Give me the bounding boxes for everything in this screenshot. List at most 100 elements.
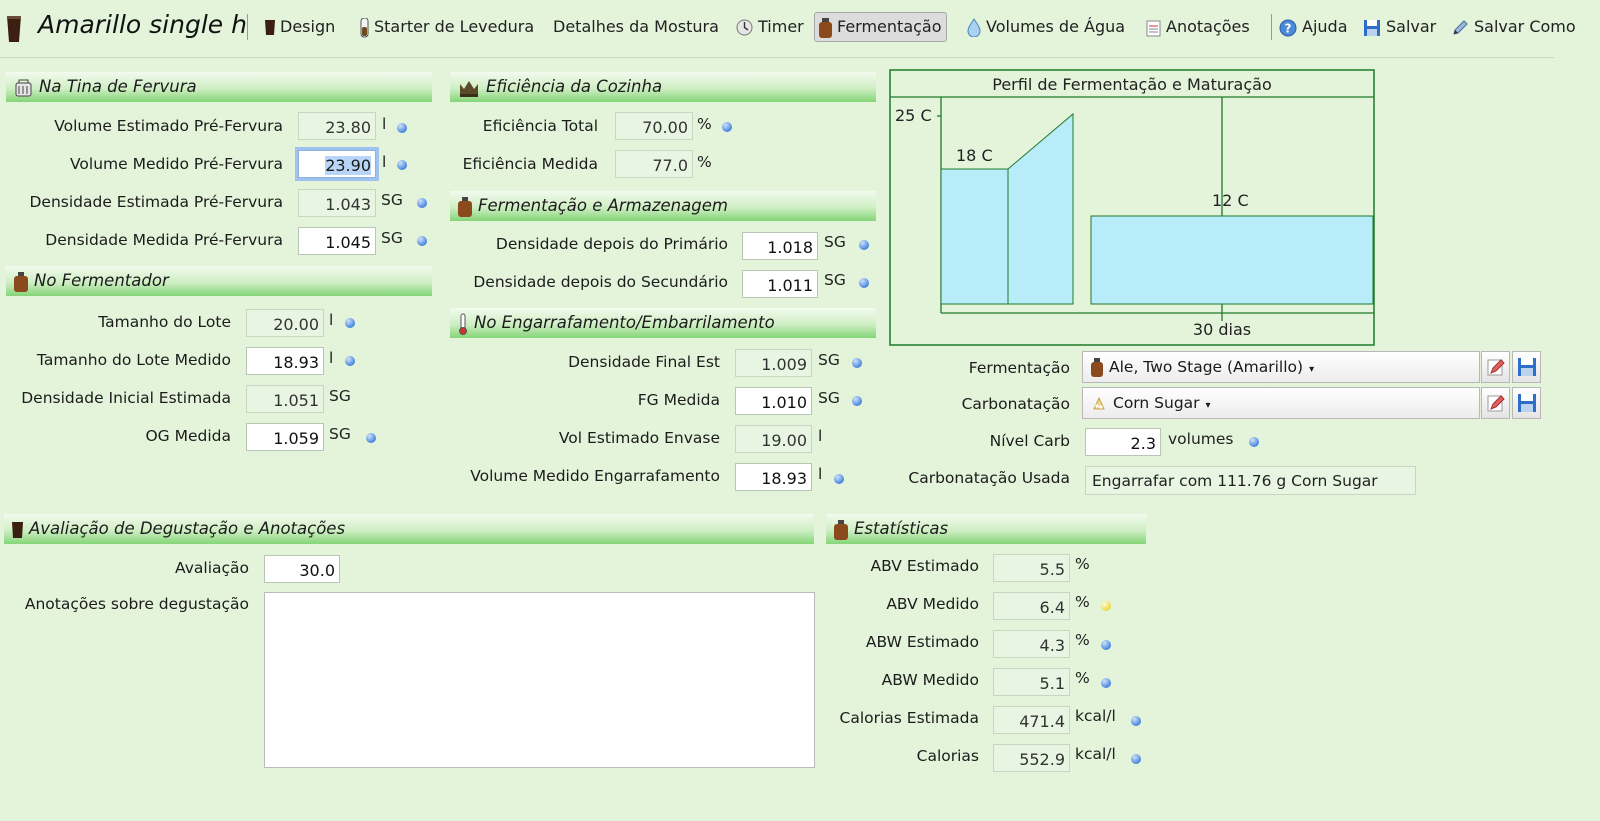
edit-fermentation-button[interactable] — [1481, 351, 1510, 383]
fermentation-profile-chart: Perfil de Fermentação e Maturação 25 C 1… — [889, 69, 1375, 346]
toolbar-divider — [0, 57, 1554, 58]
est-final-gravity-field: 1.009 — [735, 349, 812, 377]
gravity-after-secondary-input[interactable]: 1.011 — [742, 270, 818, 298]
measured-pre-boil-volume-input[interactable]: 23.90 — [298, 150, 376, 178]
unit-label: % — [697, 115, 712, 133]
measured-pre-boil-gravity-input[interactable]: 1.045 — [298, 227, 376, 255]
abw-estimated-field: 4.3 — [993, 630, 1070, 658]
label-measured-og: OG Medida — [145, 427, 231, 445]
label-abv-estimated: ABV Estimado — [870, 557, 979, 575]
help-icon: ? — [1279, 19, 1297, 36]
label-est-pre-boil-gravity: Densidade Estimada Pré-Fervura — [29, 193, 283, 211]
crown-icon — [460, 80, 478, 97]
chevron-down-icon: ▾ — [1205, 400, 1211, 411]
fermenter-bottle-icon — [14, 271, 28, 292]
save-fermentation-button[interactable] — [1512, 351, 1541, 383]
gravity-after-primary-input[interactable]: 1.018 — [742, 232, 818, 260]
clock-icon — [736, 19, 753, 36]
unit-label: SG — [329, 425, 351, 443]
tab-yeast-starter[interactable]: Starter de Levedura — [360, 15, 534, 39]
label-measured-pre-boil-gravity: Densidade Medida Pré-Fervura — [45, 231, 283, 249]
label-measured-bottling-volume: Volume Medido Engarrafamento — [470, 467, 720, 485]
tab-timer[interactable]: Timer — [736, 15, 804, 39]
unit-label: l — [818, 427, 823, 445]
status-indicator-icon — [859, 240, 869, 250]
unit-label: kcal/l — [1075, 745, 1116, 763]
edit-carbonation-button[interactable] — [1481, 387, 1510, 419]
help-button[interactable]: ? Ajuda — [1279, 15, 1348, 39]
label-measured-efficiency: Eficiência Medida — [462, 155, 598, 173]
tab-timer-label: Timer — [758, 17, 804, 36]
label-measured-pre-boil-volume: Volume Medido Pré-Fervura — [70, 155, 283, 173]
save-as-button-label: Salvar Como — [1474, 17, 1576, 36]
fermentation-profile-dropdown[interactable]: Ale, Two Stage (Amarillo) ▾ — [1082, 351, 1480, 383]
status-indicator-icon — [834, 474, 844, 484]
save-button[interactable]: Salvar — [1363, 15, 1436, 39]
temp-label-18: 18 C — [956, 146, 993, 165]
est-original-gravity-field: 1.051 — [246, 385, 324, 413]
est-pre-boil-volume-field: 23.80 — [298, 112, 376, 140]
rating-input[interactable]: 30.0 — [264, 555, 340, 583]
svg-text:?: ? — [1285, 21, 1292, 35]
tab-notes[interactable]: Anotações — [1146, 15, 1250, 39]
tab-design[interactable]: Design — [265, 15, 335, 39]
abv-estimated-field: 5.5 — [993, 554, 1070, 582]
label-measured-batch-size: Tamanho do Lote Medido — [36, 351, 231, 369]
edit-icon — [1487, 359, 1505, 376]
tab-mash-details[interactable]: Detalhes da Mostura — [553, 15, 719, 39]
unit-label: kcal/l — [1075, 707, 1116, 725]
tab-water-volumes[interactable]: Volumes de Água — [967, 15, 1125, 39]
carbonation-value: Corn Sugar — [1113, 394, 1200, 412]
carbonation-dropdown[interactable]: Corn Sugar ▾ — [1082, 387, 1480, 419]
kettle-icon — [15, 79, 32, 97]
tasting-notes-textarea[interactable] — [264, 592, 815, 768]
unit-label: SG — [381, 191, 403, 209]
tab-design-label: Design — [280, 17, 336, 36]
test-tube-icon — [360, 17, 369, 37]
section-header-bottling: No Engarrafamento/Embarrilamento — [450, 308, 876, 338]
label-abw-estimated: ABW Estimado — [865, 633, 979, 651]
label-est-original-gravity: Densidade Inicial Estimada — [21, 389, 231, 407]
est-bottling-volume-field: 19.00 — [735, 425, 812, 453]
section-title: Na Tina de Fervura — [39, 77, 197, 96]
unit-label: % — [1075, 669, 1090, 687]
tab-fermentation[interactable]: Fermentação — [814, 12, 947, 42]
section-title: Avaliação de Degustação e Anotações — [29, 519, 346, 538]
status-indicator-icon — [1249, 437, 1259, 447]
status-indicator-icon — [722, 122, 732, 132]
toolbar-separator — [1271, 14, 1272, 40]
tab-yeast-starter-label: Starter de Levedura — [374, 17, 535, 36]
section-title: Eficiência da Cozinha — [486, 77, 663, 96]
status-indicator-icon — [1131, 754, 1141, 764]
measured-og-input[interactable]: 1.059 — [246, 423, 324, 451]
fermentation-profile-value: Ale, Two Stage (Amarillo) — [1109, 358, 1304, 376]
label-batch-size: Tamanho do Lote — [98, 313, 231, 331]
toolbar-separator — [247, 14, 248, 40]
save-as-button[interactable]: Salvar Como — [1451, 15, 1576, 39]
est-pre-boil-gravity-field: 1.043 — [298, 189, 376, 217]
status-indicator-icon — [1131, 716, 1141, 726]
edit-icon — [1487, 395, 1505, 412]
unit-label: % — [1075, 555, 1090, 573]
label-rating: Avaliação — [175, 559, 249, 577]
section-header-fermenter: No Fermentador — [6, 266, 432, 296]
fermenter-bottle-icon — [458, 196, 472, 217]
unit-label: SG — [381, 229, 403, 247]
measured-batch-size-input[interactable]: 18.93 — [246, 347, 324, 375]
status-indicator-icon — [397, 160, 407, 170]
label-tasting-notes: Anotações sobre degustação — [24, 595, 249, 613]
thermometer-icon — [459, 313, 467, 335]
label-abv-measured: ABV Medido — [886, 595, 979, 613]
beer-glass-icon — [12, 521, 23, 538]
carbonation-level-input[interactable]: 2.3 — [1085, 428, 1161, 456]
section-header-boil: Na Tina de Fervura — [6, 72, 432, 102]
measured-bottling-volume-input[interactable]: 18.93 — [735, 463, 812, 491]
section-header-fermentation-storage: Fermentação e Armazenagem — [450, 191, 876, 221]
floppy-disk-icon — [1517, 394, 1536, 412]
measured-fg-input[interactable]: 1.010 — [735, 387, 812, 415]
measured-efficiency-field: 77.0 — [615, 150, 693, 178]
unit-label: l — [329, 311, 334, 329]
save-carbonation-button[interactable] — [1512, 387, 1541, 419]
label-gravity-after-primary: Densidade depois do Primário — [495, 235, 728, 253]
recipe-title: Amarillo single h — [38, 10, 247, 39]
